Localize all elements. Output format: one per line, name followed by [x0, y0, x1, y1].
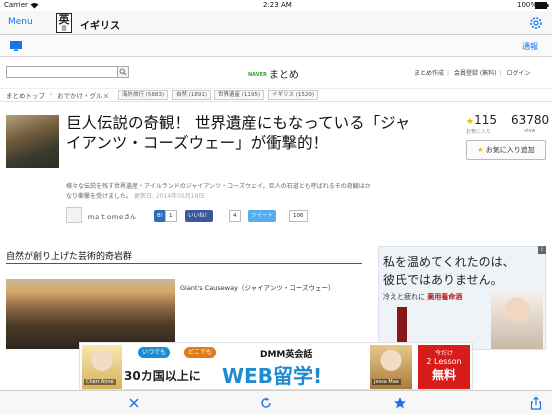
banner-name-2: Jessa Mae [372, 379, 401, 385]
ad-line-2: 彼氏ではありません。 [383, 273, 503, 287]
banner-free-lesson-box: 今だけ 2 Lesson 無料 [418, 345, 470, 389]
avatar[interactable] [66, 207, 82, 223]
logo-text: まとめ [268, 70, 299, 81]
signup-link[interactable]: 会員登録 (無料) [454, 70, 497, 77]
facebook-like-button[interactable]: いいね！ [185, 210, 214, 222]
photo-caption: Giant's Causeway（ジャイアンツ・コーズウェー） [180, 284, 335, 292]
tag-overseas-travel[interactable]: 海外旅行 (5883) [118, 90, 169, 100]
tag-world-heritage[interactable]: 世界遺産 (1195) [214, 90, 265, 100]
gear-icon[interactable] [528, 15, 544, 31]
browser-screen: Carrier 2:23 AM 100% Menu 英 国 イギリス 通報 NA… [0, 0, 552, 414]
dictionary-icon-char: 英 [58, 13, 70, 26]
author-name[interactable]: ｍａｔｏｍｅさん [88, 212, 136, 221]
create-matome-link[interactable]: まとめ作成 [414, 70, 444, 77]
breadcrumb-sep: › [50, 90, 53, 98]
view-count: 63780 [511, 113, 550, 127]
dictionary-icon[interactable]: 英 国 [56, 13, 72, 33]
article-title: 巨人伝説の奇観！ 世界遺産にもなっている「ジャイアンツ・コーズウェー」が衝撃的！ [66, 114, 411, 152]
site-logo[interactable]: NAVER まとめ [248, 66, 299, 81]
star-icon: ★ [477, 146, 484, 154]
search-icon[interactable] [117, 66, 129, 78]
breadcrumb-top[interactable]: まとめトップ [6, 90, 45, 100]
view-label: view [524, 128, 536, 134]
banner-main-1: 30カ国以上に [124, 369, 201, 383]
add-favorite-label: お気に入り追加 [485, 146, 535, 154]
tweet-button[interactable]: ツイート [248, 210, 277, 222]
status-bar: Carrier 2:23 AM 100% [0, 0, 552, 11]
report-button[interactable]: 通報 [522, 41, 538, 52]
login-link[interactable]: ログイン [507, 70, 531, 77]
wifi-icon [30, 3, 39, 9]
banner-main-2: WEB留学! [222, 364, 323, 388]
clock: 2:23 AM [263, 1, 292, 9]
updated-date: 更新日: 2014年05月18日 [133, 193, 205, 200]
star-icon[interactable] [393, 396, 407, 410]
banner-red-c: 無料 [431, 368, 456, 382]
ad-person-image [491, 292, 543, 349]
article-description: 様々な伝説を残す世界遺産・アイルランドのジャイアンツ・コーズウェイ。巨人の石道と… [66, 182, 376, 202]
battery-icon [535, 2, 549, 9]
description-text: 様々な伝説を残す世界遺産・アイルランドのジャイアンツ・コーズウェイ。巨人の石道と… [66, 183, 371, 200]
search-input[interactable] [6, 66, 118, 78]
add-favorite-button[interactable]: ★ お気に入り追加 [466, 140, 546, 160]
banner-pill-2: どこでも [184, 347, 216, 358]
ad-line-1: 私を温めてくれたのは、 [383, 255, 515, 269]
banner-name-1: Cheri Anne [84, 379, 116, 385]
logo-naver: NAVER [248, 72, 267, 78]
favorite-count-value: 115 [474, 113, 497, 127]
secondary-toolbar: 通報 [0, 35, 552, 57]
tweet-count: 106 [289, 210, 308, 222]
ad-bottle-image [397, 307, 407, 345]
section-divider [6, 263, 362, 264]
banner-red-b: 2 Lesson [426, 357, 462, 366]
ad-brand: 薬用養命酒 [427, 293, 463, 301]
banner-pill-1: いつでも [138, 347, 171, 358]
banner-brand: DMM英会話 [260, 350, 313, 360]
share-icon[interactable] [529, 396, 543, 410]
reload-icon[interactable] [259, 396, 273, 410]
carrier-label: Carrier [4, 1, 28, 9]
bottom-toolbar [0, 390, 552, 414]
banner-red-a: 今だけ [434, 350, 453, 357]
causeway-photo[interactable] [6, 279, 175, 349]
star-icon: ★ [466, 117, 475, 127]
side-advertisement[interactable]: 私を温めてくれたのは、 彼氏ではありません。 冷えと疲れに 薬用養命酒 [378, 246, 546, 350]
bottom-banner-ad[interactable]: Cheri Anne いつでも どこでも DMM英会話 30カ国以上に WEB留… [79, 342, 473, 390]
dictionary-icon-sub: 国 [61, 26, 67, 32]
app-nav-bar: Menu 英 国 イギリス [0, 11, 552, 35]
hatena-count: 1 [165, 210, 177, 222]
ad-line-3: 冷えと疲れに 薬用養命酒 [383, 292, 462, 302]
header-links: まとめ作成 | 会員登録 (無料) | ログイン [414, 70, 531, 77]
ad-line-3-text: 冷えと疲れに [383, 293, 425, 301]
like-count: 4 [229, 210, 241, 222]
close-icon[interactable] [127, 396, 141, 410]
article-thumbnail [6, 115, 59, 168]
section-heading: 自然が創り上げた芸術的奇岩群 [6, 252, 133, 262]
monitor-icon[interactable] [9, 40, 23, 52]
favorite-label: お気に入り [466, 129, 492, 135]
tag-nature[interactable]: 自然 (1891) [172, 90, 212, 100]
nav-title: イギリス [80, 21, 120, 32]
battery-percent: 100% [517, 1, 538, 9]
breadcrumb-category[interactable]: おでかけ・グルメ [57, 90, 109, 100]
favorite-count: ★115 [466, 113, 497, 127]
ad-info-icon[interactable]: i [538, 246, 546, 254]
menu-button[interactable]: Menu [8, 17, 33, 27]
tag-uk[interactable]: イギリス (1520) [268, 90, 319, 100]
